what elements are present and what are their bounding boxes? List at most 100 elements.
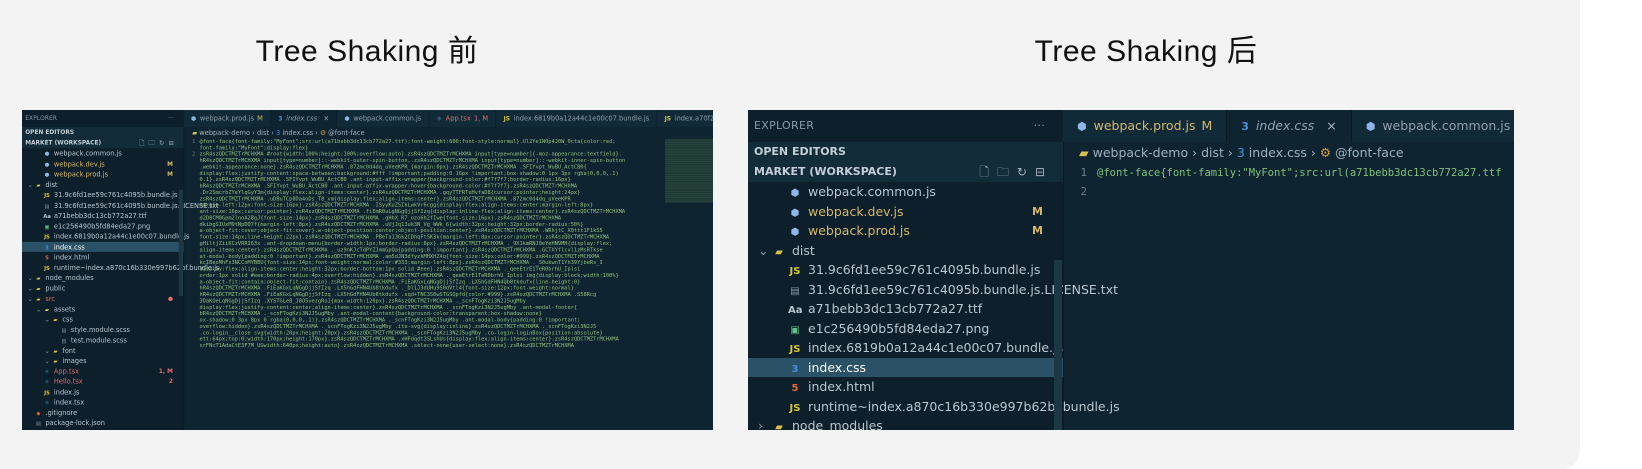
open-editors-section[interactable]: OPEN EDITORS [748, 142, 1063, 162]
breadcrumb-item[interactable]: index.css [282, 129, 313, 137]
tree-item[interactable]: ◆ .gitignore [22, 407, 184, 417]
tree-item-label: node_modules [45, 273, 94, 282]
breadcrumb-item[interactable]: webpack-demo [199, 129, 250, 137]
tree-item[interactable]: ▤ test.module.scss [22, 335, 184, 345]
breadcrumb-item[interactable]: @font-face [328, 129, 364, 137]
tab-webpack-prod-js[interactable]: ⬢ webpack.prod.js M [183, 110, 271, 128]
tree-item[interactable]: ⚛ App.tsx 1, M [22, 366, 184, 376]
new-folder-icon[interactable]: 🗀 [997, 165, 1017, 179]
new-file-icon[interactable]: 🗋 [139, 139, 148, 146]
tree-item[interactable]: ⬢ webpack.dev.js M [748, 202, 1063, 222]
tree-item-label: public [45, 284, 66, 293]
chevron-icon[interactable]: ⌄ [44, 314, 50, 324]
tab-webpack-common-js[interactable]: ⬢ webpack.common.js [1351, 110, 1514, 142]
tree-item[interactable]: 5 index.html [22, 252, 184, 262]
breadcrumb-item[interactable]: @font-face [1335, 145, 1404, 160]
line-number [184, 343, 196, 349]
open-editors-section[interactable]: OPEN EDITORS [22, 127, 184, 138]
refresh-icon[interactable]: ↻ [159, 139, 169, 146]
tab-index-css[interactable]: 3 index.css × [1227, 110, 1352, 142]
tree-item[interactable]: ▣ e1c256490b5fd84eda27.png [748, 319, 1063, 339]
chevron-icon[interactable]: ⌄ [758, 241, 770, 261]
tree-item[interactable]: ⌄ ▰ public [22, 283, 184, 293]
collapse-all-icon[interactable]: ⊟ [169, 139, 179, 146]
more-actions-icon[interactable]: ··· [168, 110, 174, 127]
tree-item[interactable]: JS index.6819b0a12a44c1e00c07.bundle.js [748, 338, 1063, 358]
tree-item[interactable]: › ▰ node_modules [748, 416, 1063, 430]
tab-app-tsx[interactable]: ⚛ App.tsx 1, M [429, 110, 497, 128]
line-number: 1 [1080, 167, 1087, 179]
workspace-section[interactable]: MARKET (WORKSPACE) 🗋🗀↻⊟ [748, 162, 1063, 182]
tree-item[interactable]: Aa a71bebb3dc13cb772a27.ttf [748, 299, 1063, 319]
chevron-icon[interactable]: ⌄ [44, 356, 50, 366]
code-editor[interactable]: 1 @font-face{font-family:"MyFont";src:url… [184, 139, 713, 349]
sidebar-scrollbar[interactable] [178, 189, 184, 297]
tree-item[interactable]: 3 index.css [748, 357, 1063, 377]
refresh-icon[interactable]: ↻ [1017, 165, 1035, 179]
collapse-all-icon[interactable]: ⊟ [1035, 165, 1053, 179]
tree-item[interactable]: ▤ style.module.scss [22, 324, 184, 334]
close-icon[interactable]: × [1326, 118, 1336, 133]
chevron-icon[interactable]: ⌄ [27, 283, 33, 293]
new-folder-icon[interactable]: 🗀 [148, 139, 159, 146]
chevron-icon[interactable]: › [758, 416, 770, 430]
chevron-icon[interactable]: ⌄ [27, 293, 33, 303]
tree-item[interactable]: ⌄ ▰ node_modules [22, 273, 184, 283]
tree-item[interactable]: 5 index.html [748, 377, 1063, 397]
tree-item[interactable]: ⚛ Hello.tsx 2 [22, 376, 184, 386]
breadcrumb-item[interactable]: webpack-demo [1093, 145, 1189, 160]
tab-webpack-common-js[interactable]: ⬢ webpack.common.js [337, 110, 430, 128]
tree-item-label: src [45, 294, 56, 303]
explorer-header: EXPLORER ··· [22, 110, 184, 127]
tree-item[interactable]: JS 31.9c6fd1ee59c761c4095b.bundle.js [748, 260, 1063, 280]
tree-item[interactable]: ⌄ ▰ images [22, 356, 184, 366]
tree-item-label: node_modules [792, 418, 883, 430]
close-icon[interactable]: × [323, 114, 329, 122]
tree-item[interactable]: JS 31.9c6fd1ee59c761c4095b.bundle.js [22, 190, 184, 200]
tree-item[interactable]: ▣ e1c256490b5fd84eda27.png [22, 221, 184, 231]
tree-item[interactable]: ⬢ webpack.dev.js M [22, 159, 184, 169]
tab-index-css[interactable]: 3 index.css × [270, 110, 338, 128]
tree-item[interactable]: ⌄ ▰ dist [748, 241, 1063, 261]
chevron-icon[interactable]: ⌄ [27, 273, 33, 283]
tree-item[interactable]: ⌄ ▰ assets [22, 304, 184, 314]
breadcrumb-item[interactable]: dist [1201, 145, 1224, 160]
tree-item[interactable]: JS runtime~index.a870c16b330e997b62bf.bun… [22, 262, 219, 272]
tab-webpack-prod-js[interactable]: ⬢ webpack.prod.js M [1063, 110, 1228, 142]
tree-item[interactable]: ▤ 31.9c6fd1ee59c761c4095b.bundle.js.LICEN… [22, 200, 218, 210]
more-actions-icon[interactable]: ··· [1034, 110, 1045, 142]
file-tree: ⬢ webpack.common.js ⬢ webpack.dev.js M ⬢ webpa… [22, 148, 220, 428]
tree-item[interactable]: ⌄ ▰ css [22, 314, 184, 324]
tree-item[interactable]: JS index.6819b0a12a44c1e00c07.bundle.js [22, 231, 189, 241]
workspace-section[interactable]: MARKET (WORKSPACE) 🗋🗀↻⊟ [22, 137, 184, 149]
chevron-icon[interactable]: ⌄ [44, 345, 50, 355]
code-editor[interactable]: 1 @font-face{font-family:"MyFont";src:url… [1063, 164, 1514, 202]
tree-item-label: index.css [53, 242, 85, 251]
minimap[interactable] [665, 138, 713, 203]
tab-index-a70f272[interactable]: JSindex.a70f272 [657, 110, 713, 128]
tree-item[interactable]: Aa a71bebb3dc13cb772a27.ttf [22, 210, 184, 220]
tree-item[interactable]: JS runtime~index.a870c16b330e997b62bf.bun… [748, 397, 1120, 417]
tree-item[interactable]: 3 index.css [22, 241, 184, 252]
tree-item[interactable]: ⌄ ▰ dist [22, 179, 184, 189]
tree-item[interactable]: ⌄ ▰ src ● [22, 293, 184, 303]
breadcrumb-item[interactable]: index.css [1249, 145, 1307, 160]
sidebar-scrollbar[interactable] [1054, 260, 1062, 430]
tree-item-label: index.6819b0a12a44c1e00c07.bundle.js [808, 340, 1064, 355]
tree-item[interactable]: ⬢ webpack.common.js [748, 182, 1063, 202]
tree-item[interactable]: ▤ package-lock.json [22, 418, 184, 428]
tree-item[interactable]: ⌄ ▰ font [22, 345, 184, 355]
tab-index-6819b0a12a44c1e00c07-bundle-js[interactable]: JS index.6819b0a12a44c1e00c07.bundle.js [496, 110, 658, 128]
tree-item[interactable]: ⬢ webpack.prod.js M [22, 169, 184, 179]
tree-item[interactable]: ⬢ webpack.prod.js M [748, 221, 1063, 241]
tree-item[interactable]: JS index.js [22, 387, 184, 397]
tree-item[interactable]: ⬢ webpack.common.js [22, 148, 184, 158]
tab-label: App.tsx [445, 114, 471, 123]
chevron-icon[interactable]: ⌄ [27, 179, 33, 189]
new-file-icon[interactable]: 🗋 [979, 165, 997, 179]
chevron-icon[interactable]: ⌄ [36, 304, 42, 314]
tree-item[interactable]: ⚛ index.tsx [22, 397, 184, 407]
tree-item[interactable]: ▤ 31.9c6fd1ee59c761c4095b.bundle.js.LICEN… [748, 280, 1118, 300]
breadcrumb-item[interactable]: dist [257, 129, 269, 137]
